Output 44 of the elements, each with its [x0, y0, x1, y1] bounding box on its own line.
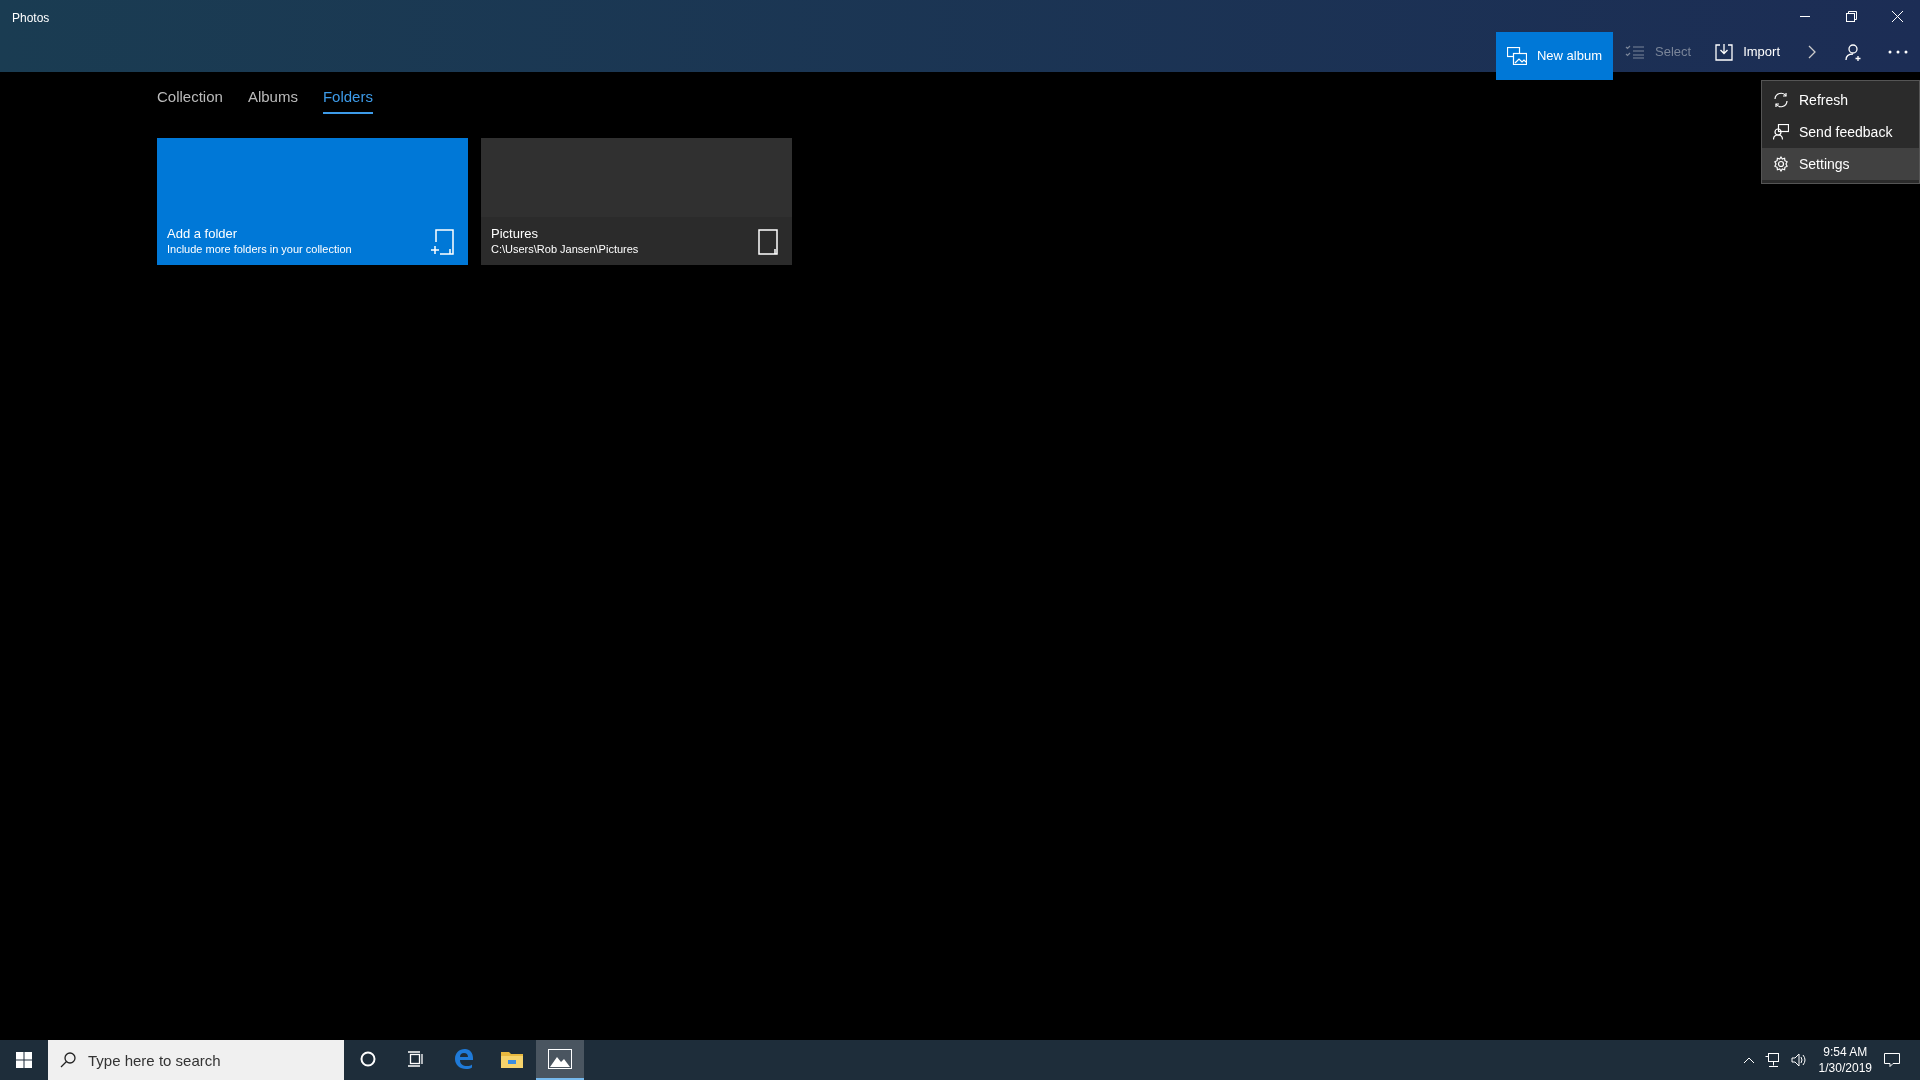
album-icon	[1507, 47, 1527, 65]
network-icon	[1764, 1053, 1781, 1067]
folder-tile[interactable]: Pictures C:\Users\Rob Jansen\Pictures	[481, 137, 792, 265]
taskbar-app-button[interactable]	[536, 1040, 584, 1080]
folder-path: C:\Users\Rob Jansen\Pictures	[491, 241, 639, 257]
volume-icon	[1790, 1053, 1807, 1067]
chevron-up-icon	[1742, 1056, 1755, 1064]
photos-icon	[548, 1049, 572, 1069]
tab[interactable]: Albums	[247, 86, 298, 114]
folder-icon	[758, 228, 778, 255]
folder-icon	[501, 1050, 523, 1068]
tab[interactable]: Collection	[157, 86, 223, 114]
window-title: Photos	[12, 10, 50, 27]
settings-icon	[1773, 156, 1789, 172]
refresh-icon	[1773, 92, 1789, 108]
menu-item[interactable]: Refresh	[1762, 84, 1919, 116]
minimize-icon	[1800, 15, 1810, 17]
add-folder-icon	[430, 228, 454, 255]
circle-icon	[360, 1051, 376, 1067]
import-button[interactable]: Import	[1703, 32, 1792, 72]
more-icon	[1888, 50, 1908, 54]
menu-item[interactable]: Settings	[1762, 148, 1919, 180]
search-field[interactable]: Type here to search	[48, 1040, 344, 1080]
edge-icon	[453, 1048, 475, 1070]
add-person-icon	[1845, 43, 1863, 61]
menu-item[interactable]: Send feedback	[1762, 116, 1919, 148]
task-view-icon	[407, 1051, 425, 1067]
notification-icon	[1884, 1052, 1900, 1068]
tab[interactable]: Folders	[322, 86, 373, 114]
folder-path: Include more folders in your collection	[167, 241, 352, 257]
new-album-button[interactable]: New album	[1496, 32, 1613, 80]
feedback-icon	[1773, 124, 1789, 140]
close-icon	[1891, 10, 1903, 22]
clock-time: 9:54 AM	[1823, 1044, 1868, 1060]
clock-date: 1/30/2019	[1818, 1060, 1872, 1076]
add-folder-tile[interactable]: Add a folder Include more folders in your collection	[157, 137, 468, 265]
restore-icon	[1845, 10, 1857, 22]
folder-title: Add a folder	[167, 224, 239, 242]
search-icon	[60, 1052, 76, 1068]
folder-title: Pictures	[491, 224, 539, 242]
chevron-icon	[1808, 45, 1816, 59]
checklist-icon	[1625, 45, 1645, 59]
windows-icon	[16, 1052, 32, 1068]
import-icon	[1715, 43, 1734, 61]
